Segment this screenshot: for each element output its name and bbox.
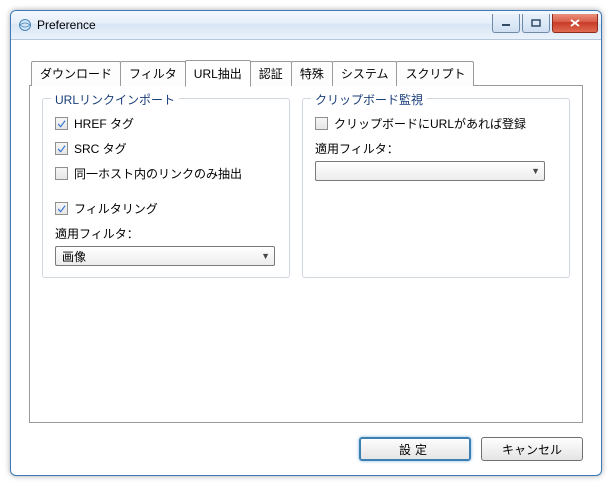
check-clipboard-row[interactable]: クリップボードにURLがあれば登録 <box>315 115 557 132</box>
window-buttons <box>492 15 598 35</box>
check-samehost-label: 同一ホスト内のリンクのみ抽出 <box>74 165 242 182</box>
check-src-label: SRC タグ <box>74 140 127 157</box>
ok-button-label: 設定 <box>399 441 431 458</box>
check-filtering[interactable] <box>55 202 68 215</box>
tab-label: ダウンロード <box>40 67 112 81</box>
chevron-down-icon: ▼ <box>531 166 540 176</box>
filter-label-left: 適用フィルタ： <box>55 225 277 242</box>
tab-script[interactable]: スクリプト <box>396 61 474 86</box>
tab-special[interactable]: 特殊 <box>291 61 333 86</box>
check-samehost-row[interactable]: 同一ホスト内のリンクのみ抽出 <box>55 165 277 182</box>
tab-page: URLリンクインポート HREF タグ SRC タグ 同一ホスト内のリンクのみ抽… <box>29 85 583 423</box>
close-button[interactable] <box>552 14 598 33</box>
group-title: URLリンクインポート <box>51 91 179 108</box>
cancel-button[interactable]: キャンセル <box>481 437 583 461</box>
tab-label: URL抽出 <box>194 67 242 81</box>
cancel-button-label: キャンセル <box>502 441 562 458</box>
filter-label-right: 適用フィルタ： <box>315 140 557 157</box>
app-icon <box>17 17 33 33</box>
check-clipboard[interactable] <box>315 117 328 130</box>
check-filtering-label: フィルタリング <box>74 200 158 217</box>
ok-button[interactable]: 設定 <box>359 437 471 461</box>
tab-auth[interactable]: 認証 <box>250 61 292 86</box>
tab-system[interactable]: システム <box>332 61 398 86</box>
tab-filter[interactable]: フィルタ <box>120 61 186 86</box>
client-area: ダウンロード フィルタ URL抽出 認証 特殊 システム スクリプト URLリン… <box>11 40 601 475</box>
check-clipboard-label: クリップボードにURLがあれば登録 <box>334 115 526 132</box>
dialog-footer: 設定 キャンセル <box>29 437 583 461</box>
preference-window: Preference ダウンロード フィルタ URL抽出 認証 特殊 システム <box>10 10 602 476</box>
tab-label: スクリプト <box>405 67 465 81</box>
tab-label: システム <box>341 67 389 81</box>
tab-strip: ダウンロード フィルタ URL抽出 認証 特殊 システム スクリプト <box>29 58 583 85</box>
tab-label: フィルタ <box>129 67 177 81</box>
minimize-button[interactable] <box>492 14 520 33</box>
check-filtering-row[interactable]: フィルタリング <box>55 200 277 217</box>
group-clipboard: クリップボード監視 クリップボードにURLがあれば登録 適用フィルタ： ▼ <box>302 98 570 278</box>
tab-url-extract[interactable]: URL抽出 <box>185 60 251 87</box>
check-href-row[interactable]: HREF タグ <box>55 115 277 132</box>
window-title: Preference <box>37 18 492 32</box>
filter-combo-right[interactable]: ▼ <box>315 161 545 181</box>
check-src-row[interactable]: SRC タグ <box>55 140 277 157</box>
tab-label: 特殊 <box>300 67 324 81</box>
check-href-label: HREF タグ <box>74 115 134 132</box>
group-title: クリップボード監視 <box>311 91 427 108</box>
check-href[interactable] <box>55 117 68 130</box>
tab-label: 認証 <box>259 67 283 81</box>
check-src[interactable] <box>55 142 68 155</box>
chevron-down-icon: ▼ <box>261 251 270 261</box>
filter-combo-left[interactable]: 画像 ▼ <box>55 246 275 266</box>
check-samehost[interactable] <box>55 167 68 180</box>
group-url-import: URLリンクインポート HREF タグ SRC タグ 同一ホスト内のリンクのみ抽… <box>42 98 290 278</box>
tab-download[interactable]: ダウンロード <box>31 61 121 86</box>
titlebar: Preference <box>11 11 601 40</box>
filter-combo-left-value: 画像 <box>62 248 86 265</box>
maximize-button[interactable] <box>522 14 550 33</box>
